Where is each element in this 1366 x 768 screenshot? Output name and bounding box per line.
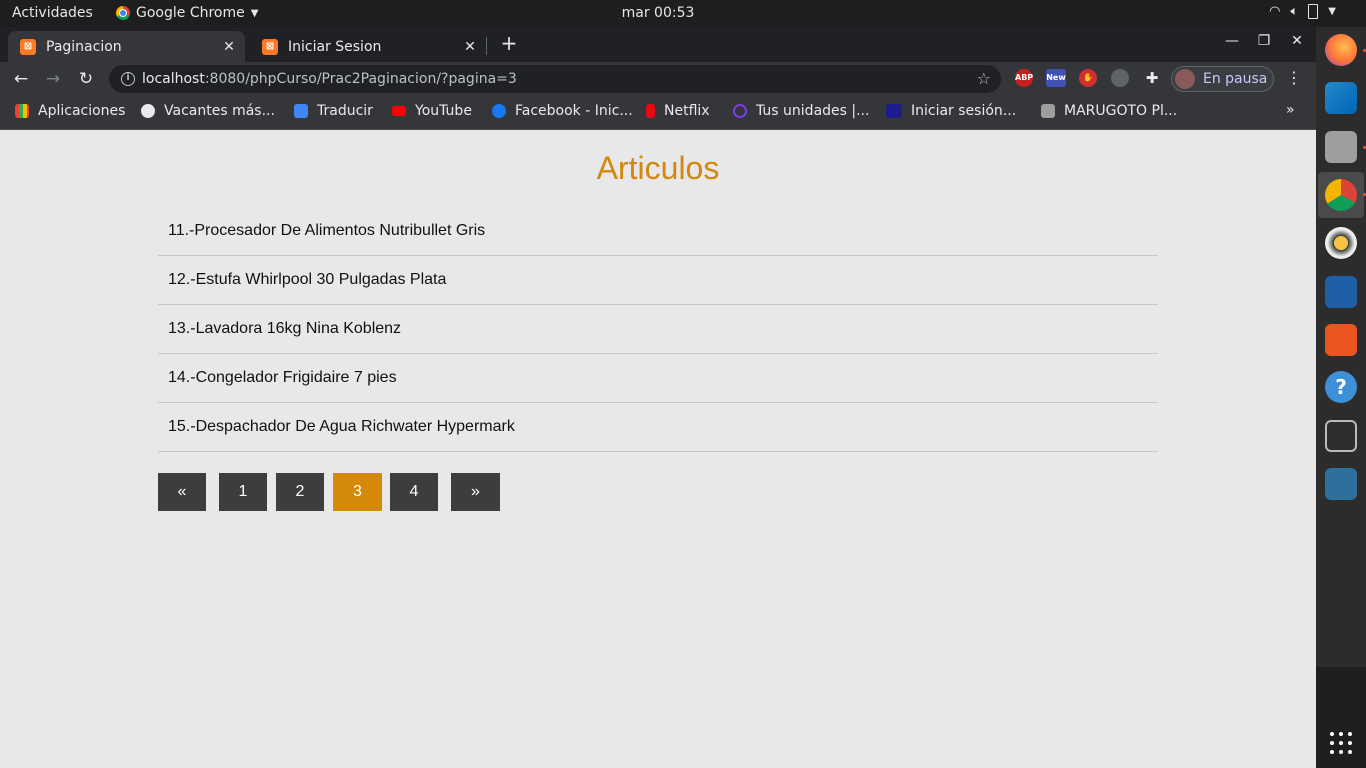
extension-icon[interactable] bbox=[1111, 69, 1129, 87]
battery-icon bbox=[1308, 4, 1319, 19]
bookmark-aplicaciones[interactable]: Aplicaciones bbox=[15, 103, 125, 119]
page-title: Articulos bbox=[596, 150, 720, 186]
more-menu-icon[interactable]: ⋮ bbox=[1284, 68, 1304, 87]
clock[interactable]: mar 00:53 bbox=[0, 5, 1316, 21]
software-center-icon[interactable] bbox=[1325, 324, 1357, 356]
bookmark-facebook[interactable]: Facebook - Inic... bbox=[492, 103, 633, 119]
youtube-icon bbox=[392, 106, 406, 116]
tab-strip: ⊠ Paginacion ✕ ⊠ Iniciar Sesion ✕ + — ❐ … bbox=[0, 27, 1316, 62]
profile-button[interactable]: En pausa bbox=[1171, 66, 1274, 92]
back-button[interactable]: ← bbox=[10, 68, 32, 90]
next-page-button[interactable]: » bbox=[451, 473, 500, 511]
files-icon[interactable] bbox=[1325, 131, 1357, 163]
xampp-icon: ⊠ bbox=[20, 38, 36, 55]
netflix-icon bbox=[646, 104, 655, 118]
info-icon[interactable]: i bbox=[121, 72, 135, 86]
page-content: Articulos 11.-Procesador De Alimentos Nu… bbox=[0, 130, 1316, 768]
tab-iniciar-sesion[interactable]: ⊠ Iniciar Sesion ✕ bbox=[250, 31, 486, 62]
libreoffice-writer-icon[interactable] bbox=[1325, 276, 1357, 308]
bookmarks-overflow-icon[interactable]: » bbox=[1286, 102, 1295, 118]
forward-button[interactable]: → bbox=[42, 68, 64, 90]
system-top-bar: Actividades Google Chrome ▼ mar 00:53 ◠ … bbox=[0, 0, 1366, 27]
ubuntu-dock: ? bbox=[1316, 27, 1366, 768]
url-host: localhost bbox=[142, 71, 205, 87]
bookmark-label: MARUGOTO Pl... bbox=[1064, 103, 1178, 119]
block-extension-icon[interactable]: ✋ bbox=[1079, 69, 1097, 87]
xampp-icon: ⊠ bbox=[262, 38, 278, 55]
page-3-button[interactable]: 3 bbox=[333, 473, 382, 511]
article-list: 11.-Procesador De Alimentos Nutribullet … bbox=[158, 207, 1158, 452]
close-tab-icon[interactable]: ✕ bbox=[219, 39, 239, 55]
terminal-icon[interactable] bbox=[1325, 420, 1357, 452]
bookmark-label: Traducir bbox=[317, 103, 373, 119]
address-bar[interactable]: i localhost:8080/phpCurso/Prac2Paginacio… bbox=[109, 65, 1001, 93]
vscode-icon[interactable] bbox=[1325, 82, 1357, 114]
close-window-button[interactable]: ✕ bbox=[1287, 33, 1307, 49]
bookmarks-bar: Aplicaciones Vacantes más... Traducir Yo… bbox=[0, 96, 1316, 130]
bookmark-marugoto[interactable]: MARUGOTO Pl... bbox=[1041, 103, 1177, 119]
reload-button[interactable]: ↻ bbox=[75, 68, 97, 90]
list-item: 15.-Despachador De Agua Richwater Hyperm… bbox=[158, 403, 1158, 452]
bookmark-label: Iniciar sesión... bbox=[911, 103, 1017, 119]
help-icon[interactable]: ? bbox=[1325, 371, 1357, 403]
adblock-extension-icon[interactable]: ABP bbox=[1015, 69, 1033, 87]
chevron-down-icon: ▼ bbox=[1328, 6, 1336, 17]
bookmark-iniciar-sesion[interactable]: Iniciar sesión... bbox=[886, 103, 1016, 119]
bookmark-traducir[interactable]: Traducir bbox=[294, 103, 373, 119]
oup-icon bbox=[886, 104, 902, 118]
bookmark-label: Netflix bbox=[664, 103, 710, 119]
system-tray[interactable]: ◠ 🔈︎ ▼ bbox=[1269, 4, 1336, 19]
firefox-icon[interactable] bbox=[1325, 34, 1357, 66]
bookmark-label: Aplicaciones bbox=[38, 103, 126, 119]
volume-icon: 🔈︎ bbox=[1290, 4, 1299, 19]
rhythmbox-icon[interactable] bbox=[1325, 227, 1357, 259]
chrome-icon[interactable] bbox=[1325, 179, 1357, 211]
page-1-button[interactable]: 1 bbox=[219, 473, 267, 511]
apps-grid-icon bbox=[15, 104, 29, 118]
restore-button[interactable]: ❐ bbox=[1254, 33, 1274, 49]
bookmark-label: YouTube bbox=[415, 103, 472, 119]
tab-title: Paginacion bbox=[46, 38, 122, 55]
list-item: 11.-Procesador De Alimentos Nutribullet … bbox=[158, 207, 1158, 256]
new-tab-button[interactable]: + bbox=[499, 31, 519, 55]
bookmark-tus-unidades[interactable]: Tus unidades |... bbox=[733, 103, 869, 119]
profile-label: En pausa bbox=[1203, 71, 1268, 87]
bookmark-label: Tus unidades |... bbox=[756, 103, 870, 119]
url-text[interactable]: localhost:8080/phpCurso/Prac2Paginacion/… bbox=[142, 71, 517, 87]
minimize-button[interactable]: — bbox=[1222, 33, 1242, 49]
globe-icon bbox=[141, 104, 155, 118]
show-applications-icon[interactable] bbox=[1330, 732, 1352, 754]
url-path: :8080/phpCurso/Prac2Paginacion/?pagina=3 bbox=[204, 71, 517, 87]
q-icon bbox=[733, 104, 747, 118]
bookmark-youtube[interactable]: YouTube bbox=[392, 103, 472, 119]
list-item: 12.-Estufa Whirlpool 30 Pulgadas Plata bbox=[158, 256, 1158, 305]
browser-toolbar: ← → ↻ i localhost:8080/phpCurso/Prac2Pag… bbox=[0, 62, 1316, 96]
avatar bbox=[1175, 69, 1195, 89]
wifi-icon: ◠ bbox=[1269, 4, 1281, 19]
translate-icon bbox=[294, 104, 308, 118]
previous-page-button[interactable]: « bbox=[158, 473, 206, 511]
close-tab-icon[interactable]: ✕ bbox=[460, 39, 480, 55]
facebook-icon bbox=[492, 104, 506, 118]
bookmark-label: Vacantes más... bbox=[164, 103, 275, 119]
bookmark-star-icon[interactable]: ☆ bbox=[977, 69, 991, 88]
list-item: 13.-Lavadora 16kg Nina Koblenz bbox=[158, 305, 1158, 354]
tab-divider bbox=[486, 37, 487, 55]
mysql-workbench-icon[interactable] bbox=[1325, 468, 1357, 500]
page-2-button[interactable]: 2 bbox=[276, 473, 324, 511]
bookmark-netflix[interactable]: Netflix bbox=[646, 103, 710, 119]
tab-title: Iniciar Sesion bbox=[288, 38, 382, 55]
list-item: 14.-Congelador Frigidaire 7 pies bbox=[158, 354, 1158, 403]
new-extension-icon[interactable]: New bbox=[1046, 69, 1066, 87]
puzzle-icon[interactable]: ✚ bbox=[1143, 69, 1161, 87]
bookmark-vacantes[interactable]: Vacantes más... bbox=[141, 103, 275, 119]
bookmark-label: Facebook - Inic... bbox=[515, 103, 633, 119]
page-4-button[interactable]: 4 bbox=[390, 473, 438, 511]
tab-paginacion[interactable]: ⊠ Paginacion ✕ bbox=[8, 31, 245, 62]
marugoto-icon bbox=[1041, 104, 1055, 118]
